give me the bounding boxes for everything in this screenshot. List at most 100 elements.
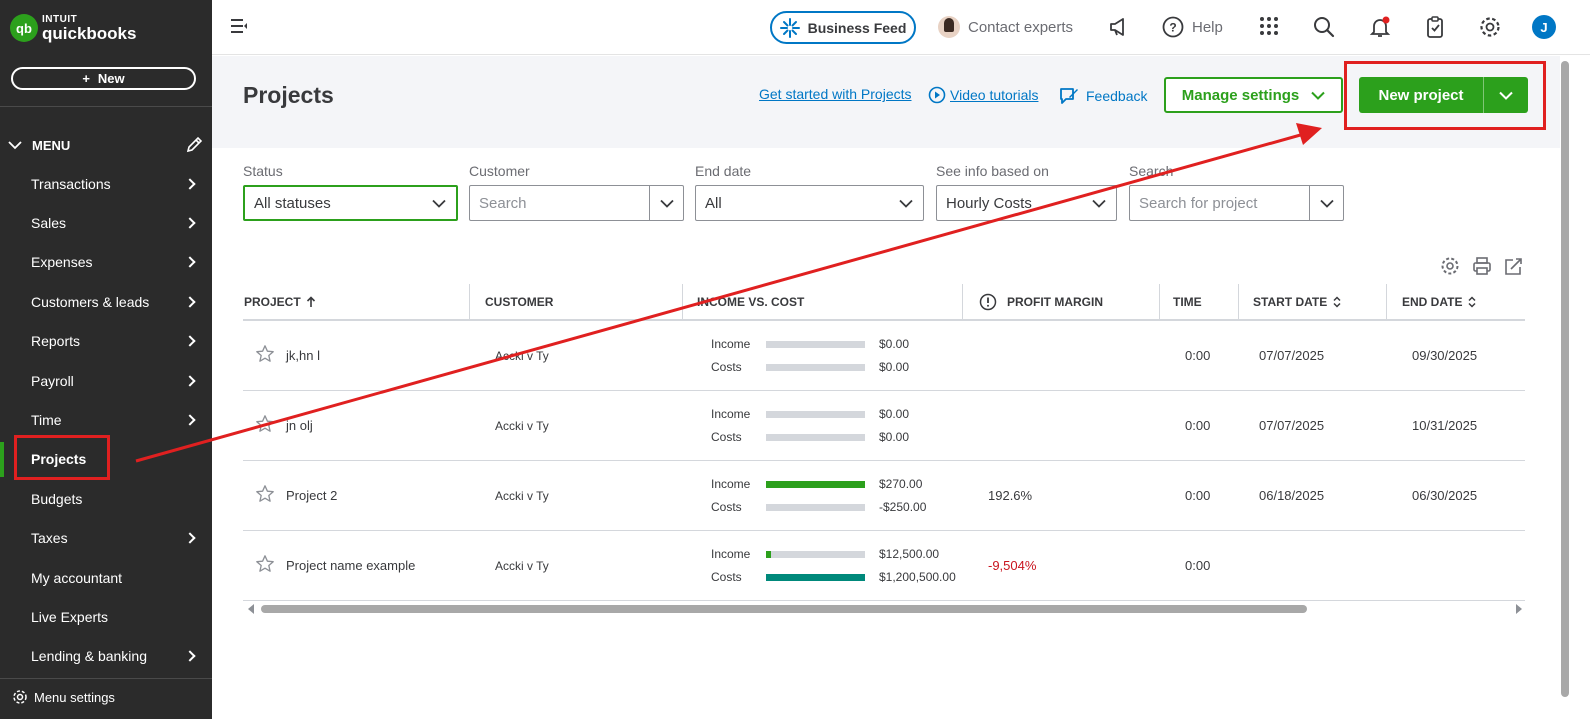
- income-bar-fill: [766, 550, 771, 558]
- sidebar-item-lending-banking[interactable]: Lending & banking: [0, 637, 212, 676]
- info-based-filter-label: See info based on: [936, 163, 1049, 179]
- sidebar-item-budgets[interactable]: Budgets: [0, 479, 212, 518]
- scroll-right-icon[interactable]: [1515, 604, 1523, 614]
- col-header-start-date[interactable]: START DATE: [1239, 284, 1387, 319]
- status-filter: Status All statuses: [243, 163, 458, 221]
- time-cell: 0:00: [1185, 418, 1211, 433]
- sidebar-item-customers-leads[interactable]: Customers & leads: [0, 282, 212, 321]
- col-header-project[interactable]: PROJECT: [243, 284, 470, 319]
- favorite-star-icon[interactable]: [255, 344, 275, 367]
- table-row[interactable]: Project 2 Accki v Ty Income $270.00 Costs -$2…: [243, 461, 1525, 531]
- table-header: PROJECT CUSTOMER INCOME VS. COST PROFIT …: [243, 284, 1525, 321]
- manage-settings-button[interactable]: Manage settings: [1164, 77, 1343, 113]
- help-button[interactable]: ? Help: [1162, 16, 1223, 38]
- favorite-star-icon[interactable]: [255, 484, 275, 507]
- new-project-dropdown[interactable]: [1484, 77, 1528, 113]
- sidebar-item-reports[interactable]: Reports: [0, 322, 212, 361]
- vertical-scrollbar[interactable]: [1560, 56, 1570, 697]
- sparkle-icon: [779, 17, 800, 38]
- print-icon[interactable]: [1472, 256, 1492, 276]
- new-project-label: New project: [1378, 86, 1464, 104]
- favorite-star-icon[interactable]: [255, 414, 275, 437]
- notification-bell-icon[interactable]: [1369, 16, 1391, 38]
- col-header-project-label: PROJECT: [244, 294, 301, 309]
- project-search-placeholder: Search for project: [1139, 194, 1258, 212]
- col-header-profit-margin[interactable]: PROFIT MARGIN: [963, 284, 1160, 319]
- menu-settings-link[interactable]: Menu settings: [12, 689, 115, 705]
- scroll-left-icon[interactable]: [247, 604, 255, 614]
- sidebar-divider: [0, 106, 212, 107]
- apps-grid-icon[interactable]: [1259, 16, 1279, 36]
- sidebar-item-expenses[interactable]: Expenses: [0, 243, 212, 282]
- chevron-down-icon[interactable]: [649, 186, 683, 220]
- video-tutorials-label: Video tutorials: [950, 87, 1039, 103]
- menu-header[interactable]: MENU: [8, 134, 203, 156]
- chevron-down-icon[interactable]: [1309, 186, 1343, 220]
- table-tools: [1440, 256, 1524, 276]
- start-date-cell: [1239, 531, 1387, 600]
- horizontal-scroll-thumb[interactable]: [261, 605, 1307, 613]
- info-alert-icon[interactable]: [979, 293, 997, 311]
- customer-search-input[interactable]: Search: [469, 185, 684, 221]
- end-date-filter: End date All: [695, 163, 924, 221]
- search-icon[interactable]: [1313, 16, 1335, 38]
- page-header: Projects Get started with Projects Video…: [212, 56, 1560, 148]
- income-bar: [766, 410, 865, 418]
- sidebar-item-taxes[interactable]: Taxes: [0, 519, 212, 558]
- col-header-end-date[interactable]: END DATE: [1387, 284, 1525, 319]
- costs-value: -$250.00: [879, 500, 927, 514]
- project-name[interactable]: Project 2: [286, 488, 337, 503]
- table-row[interactable]: jk,hn l Accki v Ty Income $0.00 Costs $0.00 0:…: [243, 321, 1525, 391]
- favorite-star-icon[interactable]: [255, 554, 275, 577]
- contact-experts-button[interactable]: Contact experts: [938, 16, 1073, 38]
- sidebar-item-projects[interactable]: Projects: [0, 440, 212, 479]
- customer-cell: Accki v Ty: [495, 488, 549, 503]
- income-line: Income $270.00: [711, 477, 922, 492]
- end-date-select[interactable]: All: [695, 185, 924, 221]
- status-select[interactable]: All statuses: [243, 185, 458, 221]
- info-based-select[interactable]: Hourly Costs: [936, 185, 1117, 221]
- sort-both-icon: [1468, 295, 1476, 308]
- export-icon[interactable]: [1504, 256, 1524, 276]
- chevron-right-icon: [184, 296, 196, 308]
- col-header-customer[interactable]: CUSTOMER: [470, 284, 683, 319]
- user-avatar[interactable]: J: [1532, 15, 1556, 39]
- income-vs-cost-cell: Income $12,500.00 Costs $1,200,500.00: [683, 531, 963, 600]
- edit-pencil-icon[interactable]: [185, 136, 203, 154]
- customer-filter: Customer Search: [469, 163, 684, 221]
- new-project-main[interactable]: New project: [1359, 77, 1484, 113]
- table-row[interactable]: jn olj Accki v Ty Income $0.00 Costs $0.00 0:0…: [243, 391, 1525, 461]
- logo[interactable]: qb INTUIT quickbooks: [10, 14, 136, 42]
- sidebar-item-live-experts[interactable]: Live Experts: [0, 597, 212, 636]
- task-clipboard-icon[interactable]: [1424, 16, 1446, 38]
- sidebar-item-label: Lending & banking: [31, 648, 147, 665]
- chevron-right-icon: [184, 414, 196, 426]
- horizontal-scrollbar[interactable]: [245, 604, 1525, 614]
- chevron-right-icon: [184, 178, 196, 190]
- megaphone-icon[interactable]: [1108, 16, 1130, 38]
- business-feed-button[interactable]: Business Feed: [770, 11, 916, 44]
- new-button[interactable]: + New: [11, 67, 196, 90]
- collapse-menu-icon[interactable]: [230, 18, 250, 34]
- sidebar-item-transactions[interactable]: Transactions: [0, 164, 212, 203]
- table-row[interactable]: Project name example Accki v Ty Income $12,…: [243, 531, 1525, 601]
- sidebar-item-label: Customers & leads: [31, 293, 150, 310]
- new-project-button[interactable]: New project: [1359, 77, 1528, 113]
- video-tutorials-link[interactable]: Video tutorials: [928, 86, 1038, 104]
- project-name[interactable]: jn olj: [286, 418, 313, 433]
- sidebar-item-payroll[interactable]: Payroll: [0, 361, 212, 400]
- project-name[interactable]: jk,hn l: [286, 348, 320, 363]
- sort-ascending-icon: [306, 295, 315, 307]
- table-settings-gear-icon[interactable]: [1440, 256, 1460, 276]
- time-cell: 0:00: [1185, 348, 1211, 363]
- sidebar-item-sales[interactable]: Sales: [0, 203, 212, 242]
- vertical-scroll-thumb[interactable]: [1561, 61, 1569, 697]
- get-started-link[interactable]: Get started with Projects: [759, 86, 912, 102]
- feedback-link[interactable]: Feedback: [1058, 85, 1147, 107]
- sidebar-item-time[interactable]: Time: [0, 400, 212, 439]
- settings-gear-icon[interactable]: [1479, 16, 1501, 38]
- play-circle-icon: [928, 86, 946, 104]
- project-search-input[interactable]: Search for project: [1129, 185, 1344, 221]
- project-name[interactable]: Project name example: [286, 558, 415, 573]
- sidebar-item-my-accountant[interactable]: My accountant: [0, 558, 212, 597]
